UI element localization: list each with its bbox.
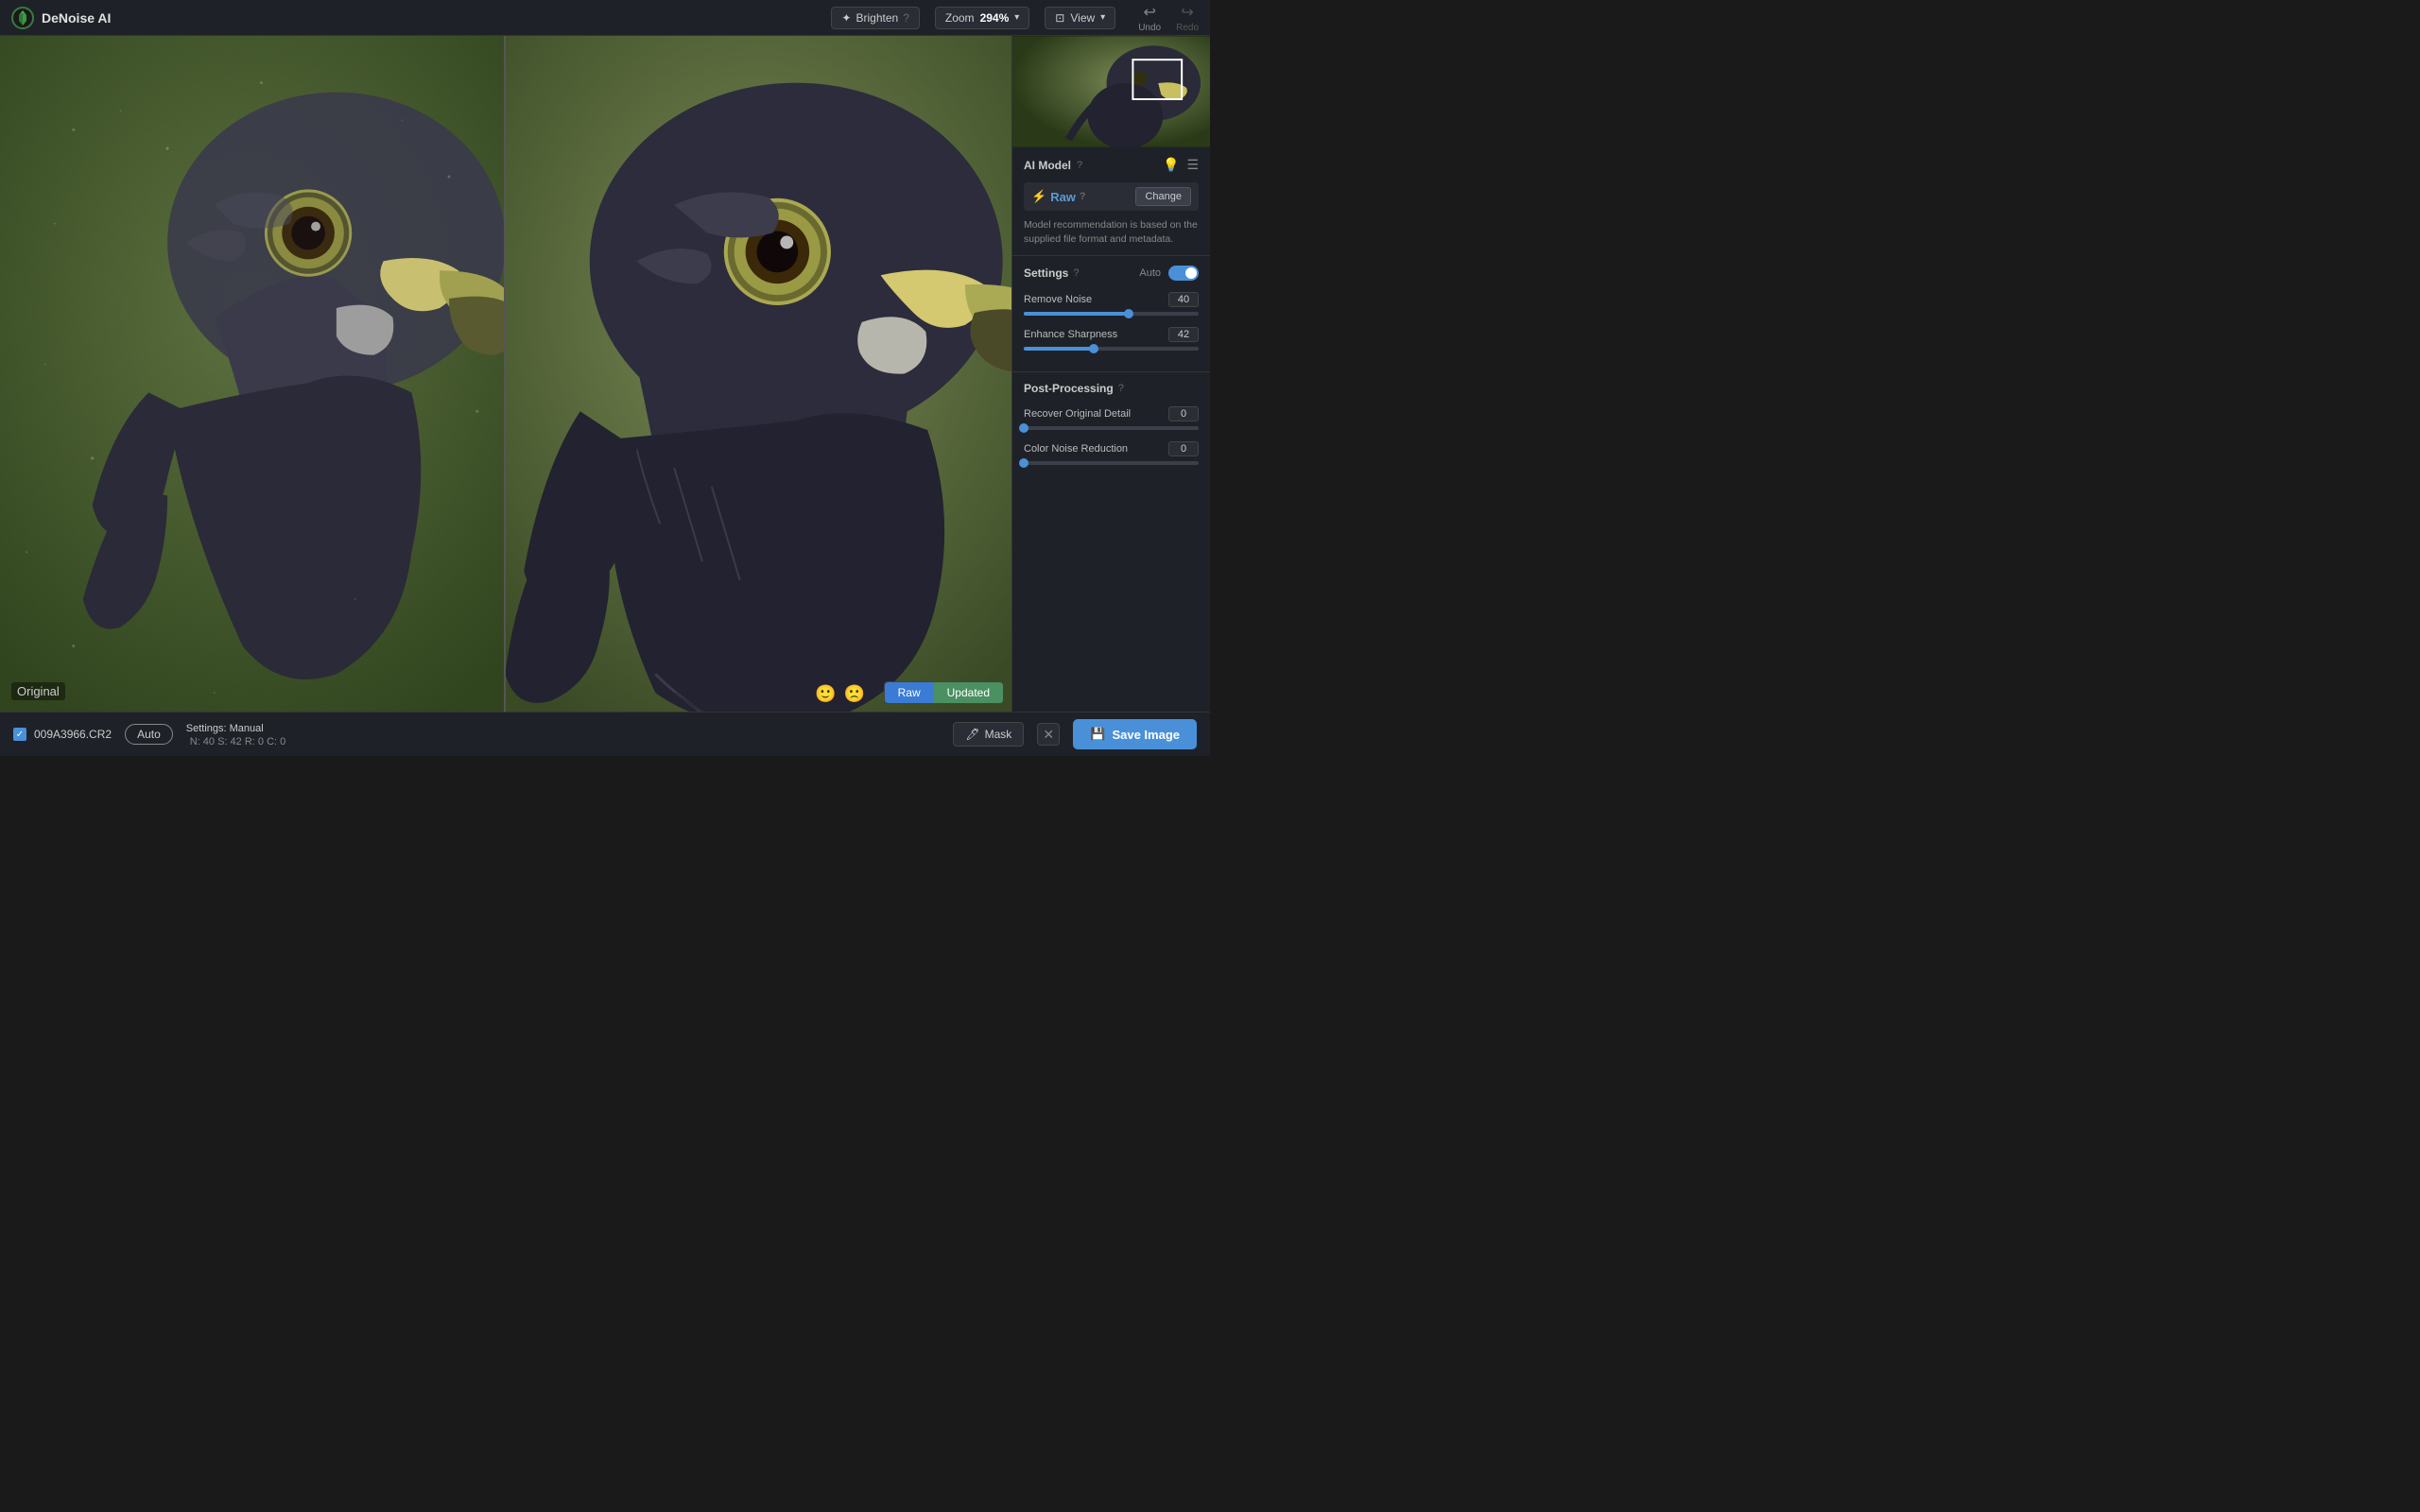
color-noise-label: Color Noise Reduction: [1024, 443, 1128, 455]
updated-tab[interactable]: Updated: [934, 682, 1003, 703]
lightning-icon: ⚡: [1031, 189, 1046, 204]
redo-button[interactable]: ↪ Redo: [1176, 3, 1199, 33]
compare-tabs: Raw Updated: [884, 681, 1004, 704]
chevron-down-icon: ▾: [1014, 12, 1019, 23]
thumbnail-area: [1012, 36, 1210, 147]
remove-noise-label: Remove Noise: [1024, 294, 1092, 305]
ai-model-help-icon[interactable]: ?: [1077, 160, 1082, 171]
remove-noise-slider[interactable]: [1024, 312, 1199, 316]
color-noise-row: Color Noise Reduction 0: [1024, 441, 1199, 465]
original-image: [0, 36, 504, 712]
recover-detail-label: Recover Original Detail: [1024, 408, 1131, 420]
enhance-sharpness-value[interactable]: 42: [1168, 327, 1199, 342]
settings-section: Settings ? Auto Remove Noise 40: [1012, 256, 1210, 372]
model-description: Model recommendation is based on the sup…: [1024, 218, 1199, 246]
model-badge: ⚡ Raw ? Change: [1024, 182, 1199, 211]
enhance-sharpness-row: Enhance Sharpness 42: [1024, 327, 1199, 351]
undo-button[interactable]: ↩ Undo: [1138, 3, 1161, 33]
post-processing-help-icon[interactable]: ?: [1118, 383, 1124, 394]
settings-title-row: Settings ?: [1024, 266, 1079, 280]
redo-icon: ↪: [1181, 3, 1193, 22]
happy-face-icon[interactable]: 🙂: [815, 684, 836, 704]
ai-model-title: AI Model: [1024, 159, 1071, 172]
enhance-sharpness-label: Enhance Sharpness: [1024, 329, 1117, 340]
settings-right: Auto: [1139, 266, 1199, 281]
settings-header: Settings ? Auto: [1024, 266, 1199, 281]
settings-info-block: Settings: Manual N: 40 S: 42 R: 0 C: 0: [186, 721, 286, 747]
recover-detail-slider[interactable]: [1024, 426, 1199, 430]
processed-image: [506, 36, 1011, 712]
brighten-button[interactable]: ✦ Brighten ?: [831, 7, 919, 29]
settings-title: Settings: [1024, 266, 1068, 280]
model-help-icon[interactable]: ?: [1080, 191, 1086, 202]
auto-button[interactable]: Auto: [125, 724, 173, 745]
bottombar: ✓ 009A3966.CR2 Auto Settings: Manual N: …: [0, 712, 1210, 756]
post-processing-section: Post-Processing ? Recover Original Detai…: [1012, 372, 1210, 486]
bulb-icon[interactable]: 💡: [1163, 157, 1179, 173]
face-icons: 🙂 🙁: [815, 684, 865, 704]
auto-label: Auto: [1139, 267, 1161, 279]
settings-help-icon[interactable]: ?: [1073, 267, 1079, 279]
processed-pane: 🙂 🙁 Raw Updated: [506, 36, 1011, 712]
file-select-checkbox[interactable]: ✓: [13, 728, 26, 741]
recover-detail-row: Recover Original Detail 0: [1024, 406, 1199, 430]
remove-noise-value[interactable]: 40: [1168, 292, 1199, 307]
change-model-button[interactable]: Change: [1135, 187, 1191, 206]
settings-info: N: 40 S: 42 R: 0 C: 0: [190, 736, 286, 747]
ai-model-title-row: AI Model ?: [1024, 159, 1082, 172]
ai-model-section: AI Model ? 💡 ☰ ⚡ Raw ? Change Model reco…: [1012, 147, 1210, 256]
post-processing-header: Post-Processing ?: [1024, 382, 1199, 395]
star-icon: ✦: [841, 11, 851, 25]
ai-model-actions: 💡 ☰: [1163, 157, 1199, 173]
view-icon: ⊡: [1055, 11, 1064, 25]
right-panel: AI Model ? 💡 ☰ ⚡ Raw ? Change Model reco…: [1011, 36, 1210, 712]
zoom-control[interactable]: Zoom 294% ▾: [935, 7, 1029, 29]
color-noise-value[interactable]: 0: [1168, 441, 1199, 456]
settings-label: Settings: Manual: [186, 723, 264, 734]
list-icon[interactable]: ☰: [1186, 157, 1199, 173]
logo-area: DeNoise AI: [11, 7, 111, 29]
original-pane: Original: [0, 36, 506, 712]
model-name: ⚡ Raw ?: [1031, 189, 1086, 204]
topbar-right: ↩ Undo ↪ Redo: [1138, 3, 1199, 33]
app-logo-icon: [11, 7, 34, 29]
ai-model-header: AI Model ? 💡 ☰: [1024, 157, 1199, 173]
save-image-button[interactable]: 💾 Save Image: [1073, 719, 1197, 749]
auto-toggle[interactable]: [1168, 266, 1199, 281]
thumbnail-image: [1012, 36, 1210, 147]
original-label: Original: [11, 682, 65, 700]
main-area: Original: [0, 36, 1210, 712]
mask-icon: 🖊: [965, 728, 979, 741]
topbar: DeNoise AI ✦ Brighten ? Zoom 294% ▾ ⊡ Vi…: [0, 0, 1210, 36]
chevron-down-icon: ▾: [1100, 12, 1105, 23]
raw-tab[interactable]: Raw: [885, 682, 934, 703]
close-button[interactable]: ✕: [1037, 723, 1060, 746]
file-checkbox: ✓ 009A3966.CR2: [13, 728, 112, 741]
sad-face-icon[interactable]: 🙁: [844, 684, 865, 704]
view-button[interactable]: ⊡ View ▾: [1045, 7, 1115, 29]
color-noise-slider[interactable]: [1024, 461, 1199, 465]
enhance-sharpness-slider[interactable]: [1024, 347, 1199, 351]
undo-icon: ↩: [1143, 3, 1155, 22]
split-view: Original: [0, 36, 1011, 712]
app-title: DeNoise AI: [42, 10, 111, 26]
remove-noise-row: Remove Noise 40: [1024, 292, 1199, 316]
filename: 009A3966.CR2: [34, 728, 112, 741]
save-icon: 💾: [1090, 727, 1105, 742]
help-circle-icon: ?: [903, 11, 909, 25]
image-area: Original: [0, 36, 1011, 712]
recover-detail-value[interactable]: 0: [1168, 406, 1199, 421]
mask-button[interactable]: 🖊 Mask: [953, 722, 1024, 747]
topbar-center: ✦ Brighten ? Zoom 294% ▾ ⊡ View ▾: [831, 7, 1115, 29]
post-processing-title: Post-Processing: [1024, 382, 1114, 395]
